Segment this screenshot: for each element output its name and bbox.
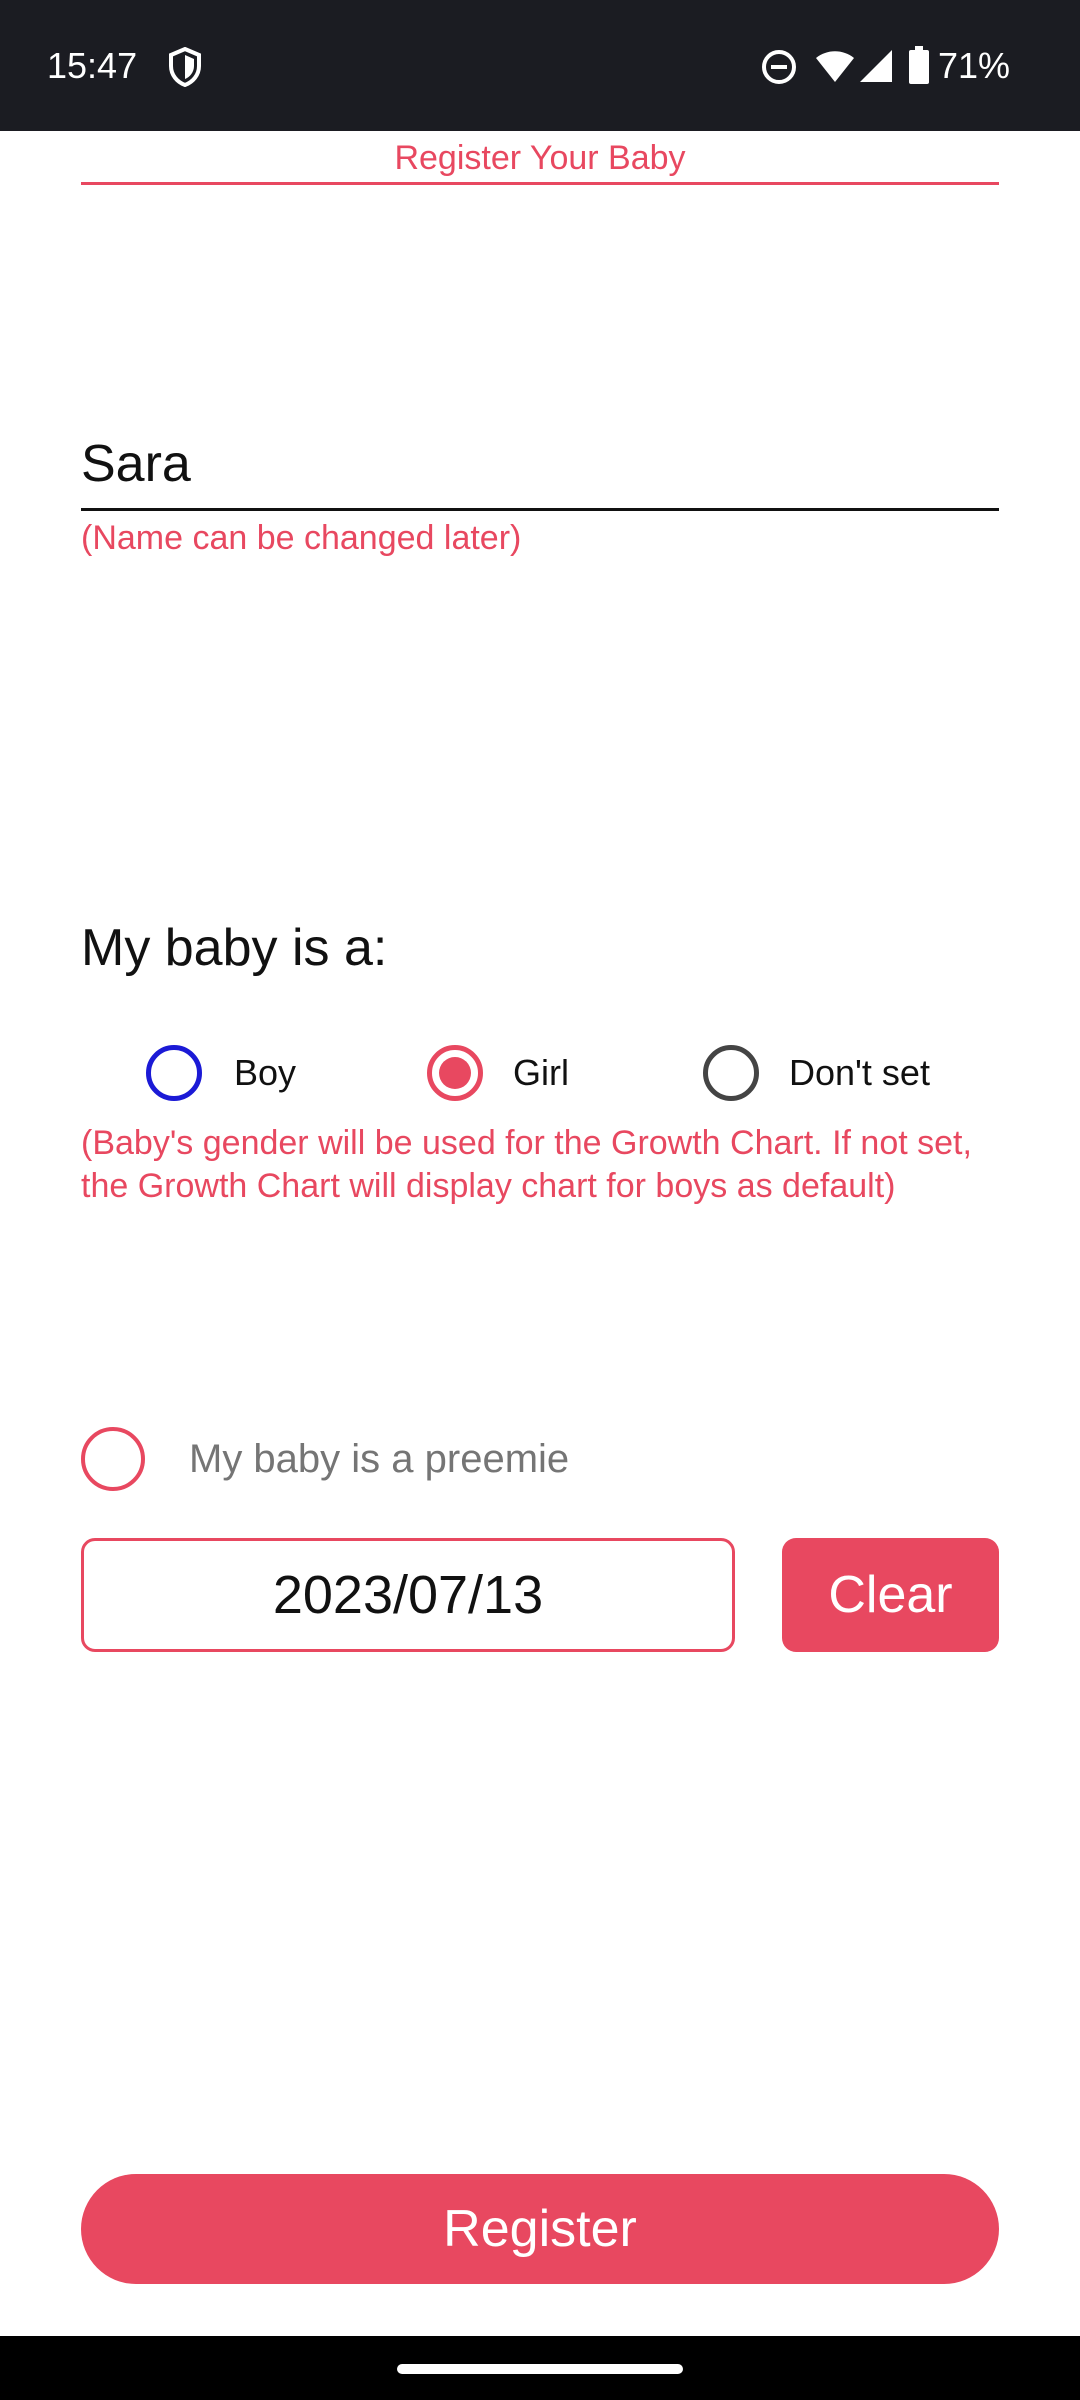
gender-label-dont-set: Don't set xyxy=(789,1052,930,1093)
register-button[interactable]: Register xyxy=(81,2174,999,2284)
navigation-bar xyxy=(0,2336,1080,2400)
battery-icon xyxy=(909,46,929,84)
battery-percentage: 71% xyxy=(938,45,1011,86)
gender-heading: My baby is a: xyxy=(81,919,388,977)
radio-unselected-icon xyxy=(703,1045,759,1101)
signal-icon xyxy=(860,50,892,82)
page-title: Register Your Baby xyxy=(394,139,686,177)
status-time: 15:47 xyxy=(47,45,138,86)
title-divider xyxy=(81,182,999,185)
home-indicator[interactable] xyxy=(397,2364,683,2374)
gender-radio-girl[interactable]: Girl xyxy=(427,1038,569,1108)
baby-name-input[interactable] xyxy=(81,420,999,511)
clear-button[interactable]: Clear xyxy=(782,1538,999,1652)
gender-note-text: (Baby's gender will be used for the Grow… xyxy=(81,1124,972,1205)
preemie-radio-icon xyxy=(81,1427,145,1491)
gender-radio-dont-set[interactable]: Don't set xyxy=(703,1038,930,1108)
name-hint-text: (Name can be changed later) xyxy=(81,519,522,557)
wifi-icon xyxy=(816,51,854,82)
preemie-label: My baby is a preemie xyxy=(189,1436,570,1481)
gender-label-boy: Boy xyxy=(234,1052,297,1093)
shield-icon xyxy=(169,47,201,87)
radio-unselected-icon xyxy=(146,1045,202,1101)
do-not-disturb-icon xyxy=(762,50,796,84)
preemie-checkbox[interactable]: My baby is a preemie xyxy=(81,1424,569,1494)
status-bar: 15:47 71% xyxy=(0,0,1080,131)
due-date-field[interactable]: 2023/07/13 xyxy=(81,1538,735,1652)
gender-radio-boy[interactable]: Boy xyxy=(146,1038,296,1108)
radio-selected-icon xyxy=(427,1045,483,1101)
gender-label-girl: Girl xyxy=(513,1052,569,1093)
